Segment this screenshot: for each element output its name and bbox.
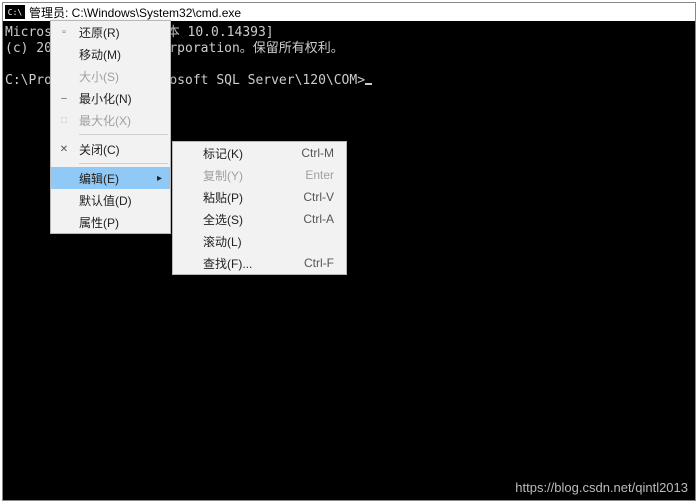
menu-scroll[interactable]: 滚动(L): [173, 230, 346, 252]
menu-separator: [79, 134, 168, 135]
menu-mark[interactable]: 标记(K) Ctrl-M: [173, 142, 346, 164]
menu-separator: [79, 163, 168, 164]
menu-label: 移动(M): [79, 46, 121, 63]
menu-close[interactable]: ✕ 关闭(C): [51, 138, 170, 160]
titlebar[interactable]: C:\ 管理员: C:\Windows\System32\cmd.exe: [3, 3, 695, 21]
menu-label: 全选(S): [203, 211, 243, 228]
watermark: https://blog.csdn.net/qintl2013: [515, 480, 688, 495]
menu-copy: 复制(Y) Enter: [173, 164, 346, 186]
menu-label: 标记(K): [203, 145, 243, 162]
window-title: 管理员: C:\Windows\System32\cmd.exe: [29, 4, 241, 21]
cursor: [365, 83, 372, 85]
menu-shortcut: Ctrl-A: [273, 212, 334, 226]
menu-label: 还原(R): [79, 24, 120, 41]
menu-paste[interactable]: 粘贴(P) Ctrl-V: [173, 186, 346, 208]
menu-shortcut: Ctrl-F: [274, 256, 334, 270]
menu-label: 默认值(D): [79, 192, 132, 209]
menu-maximize: □ 最大化(X): [51, 109, 170, 131]
close-icon: ✕: [57, 142, 71, 156]
menu-properties[interactable]: 属性(P): [51, 211, 170, 233]
menu-label: 复制(Y): [203, 167, 243, 184]
menu-shortcut: Ctrl-V: [273, 190, 334, 204]
chevron-right-icon: ▸: [157, 173, 162, 184]
menu-size: 大小(S): [51, 65, 170, 87]
menu-selectall[interactable]: 全选(S) Ctrl-A: [173, 208, 346, 230]
system-menu: ▫ 还原(R) 移动(M) 大小(S) – 最小化(N) □ 最大化(X) ✕ …: [50, 20, 171, 234]
edit-submenu: 标记(K) Ctrl-M 复制(Y) Enter 粘贴(P) Ctrl-V 全选…: [172, 141, 347, 275]
menu-shortcut: Enter: [275, 168, 334, 182]
menu-label: 关闭(C): [79, 141, 120, 158]
menu-shortcut: Ctrl-M: [271, 146, 334, 160]
menu-defaults[interactable]: 默认值(D): [51, 189, 170, 211]
menu-label: 属性(P): [79, 214, 119, 231]
cmd-icon[interactable]: C:\: [5, 5, 25, 19]
menu-label: 滚动(L): [203, 233, 242, 250]
menu-restore[interactable]: ▫ 还原(R): [51, 21, 170, 43]
menu-label: 查找(F)...: [203, 255, 252, 272]
maximize-icon: □: [57, 113, 71, 127]
menu-minimize[interactable]: – 最小化(N): [51, 87, 170, 109]
menu-label: 编辑(E): [79, 170, 119, 187]
menu-label: 大小(S): [79, 68, 119, 85]
menu-find[interactable]: 查找(F)... Ctrl-F: [173, 252, 346, 274]
menu-label: 粘贴(P): [203, 189, 243, 206]
menu-move[interactable]: 移动(M): [51, 43, 170, 65]
menu-label: 最大化(X): [79, 112, 131, 129]
menu-label: 最小化(N): [79, 90, 132, 107]
minimize-icon: –: [57, 91, 71, 105]
restore-icon: ▫: [57, 25, 71, 39]
menu-edit[interactable]: 编辑(E) ▸: [51, 167, 170, 189]
